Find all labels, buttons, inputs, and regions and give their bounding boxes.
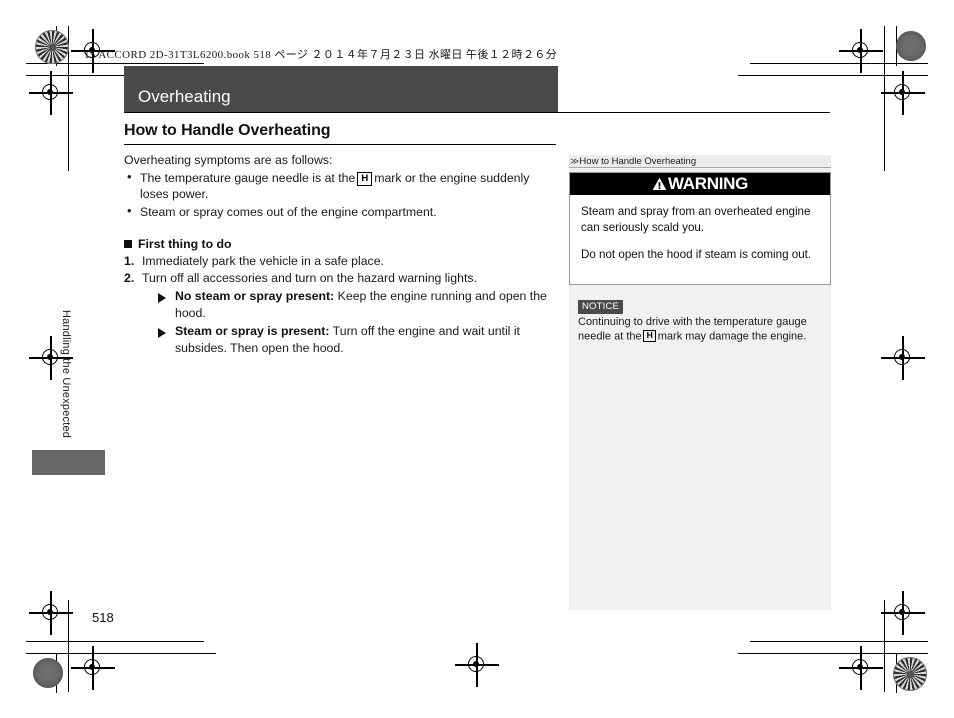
list-item: No steam or spray present: Keep the engi…: [158, 288, 560, 322]
print-slug-line: 15 ACCORD 2D-31T3L6200.book 518 ページ ２０１４…: [84, 49, 558, 61]
list-item: Steam or spray comes out of the engine c…: [124, 203, 560, 221]
symptoms-list: The temperature gauge needle is at theHm…: [124, 169, 560, 221]
notice-block: NOTICE Continuing to drive with the temp…: [578, 296, 826, 344]
warning-heading: WARNING: [667, 174, 749, 193]
registration-crosshair-bottom-left-outer: [29, 591, 73, 635]
registration-blob-bottom-left: [33, 658, 63, 688]
main-content-column: How to Handle Overheating Overheating sy…: [124, 122, 560, 357]
step-number: 2.: [124, 271, 135, 286]
page-title: Overheating: [138, 87, 231, 106]
registration-crosshair-bottom-left-inner: [71, 646, 115, 690]
steps-list: 1. Immediately park the vehicle in a saf…: [124, 253, 560, 357]
chapter-side-tab-block: [32, 450, 105, 475]
sidebar-reference-header: ≫ How to Handle Overheating: [569, 155, 831, 168]
subsection-heading: First thing to do: [124, 237, 560, 251]
symptom-text: Steam or spray comes out of the engine c…: [140, 204, 437, 219]
temperature-h-mark-icon: H: [357, 171, 373, 186]
warning-paragraph: Steam and spray from an overheated engin…: [581, 205, 811, 234]
list-item: 1. Immediately park the vehicle in a saf…: [124, 253, 560, 270]
section-heading: How to Handle Overheating: [124, 122, 331, 139]
warning-body: Steam and spray from an overheated engin…: [570, 195, 830, 263]
chapter-side-tab-label: Handling the Unexpected: [60, 310, 72, 439]
filled-square-icon: [124, 240, 132, 249]
section-heading-rule: [124, 144, 556, 146]
subsection-heading-label: First thing to do: [138, 237, 232, 252]
list-item: The temperature gauge needle is at theHm…: [124, 169, 560, 203]
step-sub-items: No steam or spray present: Keep the engi…: [142, 288, 560, 357]
registration-rosette-top-left: [35, 30, 69, 64]
list-item: Steam or spray is present: Turn off the …: [158, 323, 560, 357]
notice-text: Continuing to drive with the temperature…: [578, 316, 826, 344]
triangle-right-icon: [158, 292, 166, 303]
chapter-title-bar: Overheating: [124, 66, 558, 113]
list-item: 2. Turn off all accessories and turn on …: [124, 270, 560, 357]
notice-text-after: mark may damage the engine.: [657, 330, 807, 342]
sidebar-reference-label: How to Handle Overheating: [579, 155, 697, 167]
notice-badge: NOTICE: [578, 299, 624, 314]
registration-crosshair-right-middle: [881, 336, 925, 380]
registration-rosette-bottom-right: [893, 657, 927, 691]
warning-paragraph: Do not open the hood if steam is coming …: [581, 248, 812, 261]
sub-item-lead: No steam or spray present:: [175, 289, 335, 304]
triangle-right-icon: [158, 327, 166, 338]
symptom-text-before: The temperature gauge needle is at the: [140, 170, 356, 185]
intro-text: Overheating symptoms are as follows:: [124, 153, 333, 168]
warning-triangle-icon: [652, 177, 667, 191]
step-text: Immediately park the vehicle in a safe p…: [142, 254, 384, 269]
warning-box: WARNING Steam and spray from an overheat…: [569, 172, 831, 285]
page-number: 518: [92, 610, 114, 625]
step-number: 1.: [124, 254, 135, 269]
double-chevron-right-icon: ≫: [570, 155, 579, 166]
registration-crosshair-top-right-inner: [881, 71, 925, 115]
registration-crosshair-bottom-right-outer: [881, 591, 925, 635]
warning-header: WARNING: [570, 173, 830, 195]
registration-blob-top-right: [896, 31, 926, 61]
temperature-h-mark-icon: H: [643, 329, 657, 342]
registration-crosshair-top-left-inner: [29, 71, 73, 115]
title-underline: [124, 112, 830, 114]
sub-item-lead: Steam or spray is present:: [175, 324, 330, 339]
registration-crosshair-bottom-right-inner: [839, 646, 883, 690]
registration-crosshair-top-right-outer: [839, 29, 883, 73]
registration-crosshair-bottom-center: [455, 643, 499, 687]
manual-page: 15 ACCORD 2D-31T3L6200.book 518 ページ ２０１４…: [0, 0, 954, 718]
step-text: Turn off all accessories and turn on the…: [142, 271, 477, 286]
